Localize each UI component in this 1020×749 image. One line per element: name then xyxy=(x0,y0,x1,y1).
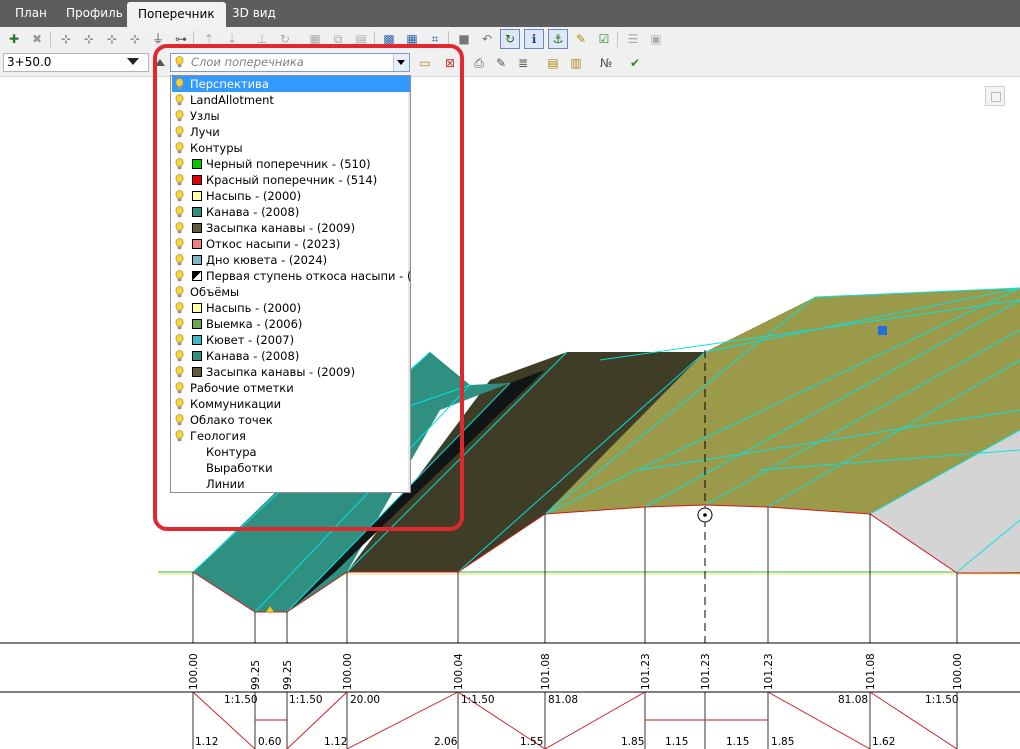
layer-item-label: Выемка - (2006) xyxy=(206,317,303,331)
elevation-label: 100.00 xyxy=(342,653,354,690)
slope-label: 1:1.50 xyxy=(461,694,495,706)
elevation-label: 100.00 xyxy=(952,653,964,690)
slope-label: 20.00 xyxy=(350,694,380,706)
layer-item-label: Линии xyxy=(206,477,245,491)
layer-item[interactable]: Объёмы xyxy=(172,284,410,300)
layer-item[interactable]: Первая ступень откоса насыпи - (2 xyxy=(172,268,410,284)
color-swatch-icon xyxy=(192,303,202,313)
color-swatch-icon xyxy=(192,223,202,233)
layer-item[interactable]: Коммуникации xyxy=(172,396,410,412)
elevation-label: 100.04 xyxy=(453,653,465,690)
layer-item-label: Узлы xyxy=(190,109,220,123)
distance-label: 1.12 xyxy=(195,736,218,748)
elevation-label: 101.23 xyxy=(763,653,775,690)
elevation-label: 101.23 xyxy=(640,653,652,690)
layer-item[interactable]: Черный поперечник - (510) xyxy=(172,156,410,172)
layer-item[interactable]: Контуры xyxy=(172,140,410,156)
layer-item-label: Красный поперечник - (514) xyxy=(206,173,378,187)
layer-item-label: Выработки xyxy=(206,461,273,475)
color-swatch-icon xyxy=(192,335,202,345)
layer-item-label: Облако точек xyxy=(190,413,273,427)
color-swatch-icon xyxy=(192,271,202,281)
color-swatch-icon xyxy=(192,255,202,265)
layer-item-label: Коммуникации xyxy=(190,397,282,411)
layer-item-label: Засыпка канавы - (2009) xyxy=(206,221,356,235)
layer-item-label: Кювет - (2007) xyxy=(206,333,295,347)
color-swatch-icon xyxy=(192,207,202,217)
layer-item[interactable]: Линии xyxy=(172,476,410,492)
distance-label: 1.55 xyxy=(520,736,543,748)
layer-item-label: Рабочие отметки xyxy=(190,381,294,395)
layer-item-label: Контура xyxy=(206,445,257,459)
layer-item-label: Геология xyxy=(190,429,246,443)
layer-item[interactable]: Геология xyxy=(172,428,410,444)
elevation-label: 99.25 xyxy=(250,660,262,690)
color-swatch-icon xyxy=(192,191,202,201)
layer-item[interactable]: Выработки xyxy=(172,460,410,476)
elevation-label: 101.08 xyxy=(540,653,552,690)
distance-label: 0.60 xyxy=(258,736,281,748)
layer-item[interactable]: Кювет - (2007) xyxy=(172,332,410,348)
layer-item[interactable]: Облако точек xyxy=(172,412,410,428)
layer-item-label: Черный поперечник - (510) xyxy=(206,157,371,171)
distance-label: 1.85 xyxy=(621,736,644,748)
elevation-label: 101.08 xyxy=(865,653,877,690)
elevation-label: 99.25 xyxy=(282,660,294,690)
slope-label: 1:1.50 xyxy=(289,694,323,706)
layer-item-label: Насыпь - (2000) xyxy=(206,189,302,203)
color-swatch-icon xyxy=(192,159,202,169)
elevation-label: 101.23 xyxy=(700,653,712,690)
distance-label: 1.62 xyxy=(872,736,895,748)
layer-item[interactable]: Засыпка канавы - (2009) xyxy=(172,220,410,236)
slope-label: 81.08 xyxy=(548,694,578,706)
layer-item-label: Лучи xyxy=(190,125,220,139)
distance-label: 2.06 xyxy=(434,736,458,748)
layer-item[interactable]: Контура xyxy=(172,444,410,460)
layer-item[interactable]: Засыпка канавы - (2009) xyxy=(172,364,410,380)
slope-label: 1:1.50 xyxy=(925,694,959,706)
layer-dropdown-list: Перспектива LandAllotment Узлы Лучи Контуры Ч… xyxy=(170,75,411,493)
layer-item[interactable]: Насыпь - (2000) xyxy=(172,188,410,204)
layer-item[interactable]: Перспектива xyxy=(172,76,410,92)
layer-item[interactable]: Рабочие отметки xyxy=(172,380,410,396)
layer-item[interactable]: Выемка - (2006) xyxy=(172,316,410,332)
layer-item[interactable]: Лучи xyxy=(172,124,410,140)
cross-section-canvas[interactable]: 100.00 99.25 99.25 100.00 100.04 101.08 … xyxy=(0,0,1020,749)
layer-item[interactable]: Откос насыпи - (2023) xyxy=(172,236,410,252)
slope-label: 81.08 xyxy=(838,694,868,706)
layer-item-label: Насыпь - (2000) xyxy=(206,301,302,315)
distance-label: 1.85 xyxy=(771,736,794,748)
distance-label: 1.15 xyxy=(665,736,688,748)
layer-item[interactable]: Канава - (2008) xyxy=(172,204,410,220)
color-swatch-icon xyxy=(192,319,202,329)
color-swatch-icon xyxy=(192,239,202,249)
layer-item-label: Засыпка канавы - (2009) xyxy=(206,365,356,379)
layer-item-label: Контуры xyxy=(190,141,243,155)
layer-item-label: Дно кювета - (2024) xyxy=(206,253,328,267)
layer-item-label: LandAllotment xyxy=(190,93,274,107)
view-options-button[interactable] xyxy=(985,86,1005,106)
color-swatch-icon xyxy=(192,367,202,377)
layer-item[interactable]: Красный поперечник - (514) xyxy=(172,172,410,188)
layer-item-label: Канава - (2008) xyxy=(206,205,300,219)
slope-label: 1:1.50 xyxy=(224,694,258,706)
layer-item[interactable]: LandAllotment xyxy=(172,92,410,108)
color-swatch-icon xyxy=(192,175,202,185)
color-swatch-icon xyxy=(192,351,202,361)
layer-item-label: Объёмы xyxy=(190,285,240,299)
layer-item[interactable]: Насыпь - (2000) xyxy=(172,300,410,316)
layer-item-label: Первая ступень откоса насыпи - (2 xyxy=(206,269,411,283)
handle-marker[interactable] xyxy=(878,326,887,335)
layer-item-label: Канава - (2008) xyxy=(206,349,300,363)
layer-item-label: Перспектива xyxy=(190,77,269,91)
layer-item[interactable]: Дно кювета - (2024) xyxy=(172,252,410,268)
distance-label: 1.15 xyxy=(726,736,749,748)
layer-item[interactable]: Узлы xyxy=(172,108,410,124)
layer-item-label: Откос насыпи - (2023) xyxy=(206,237,341,251)
layer-item[interactable]: Канава - (2008) xyxy=(172,348,410,364)
elevation-label: 100.00 xyxy=(188,653,200,690)
distance-label: 1.12 xyxy=(324,736,347,748)
